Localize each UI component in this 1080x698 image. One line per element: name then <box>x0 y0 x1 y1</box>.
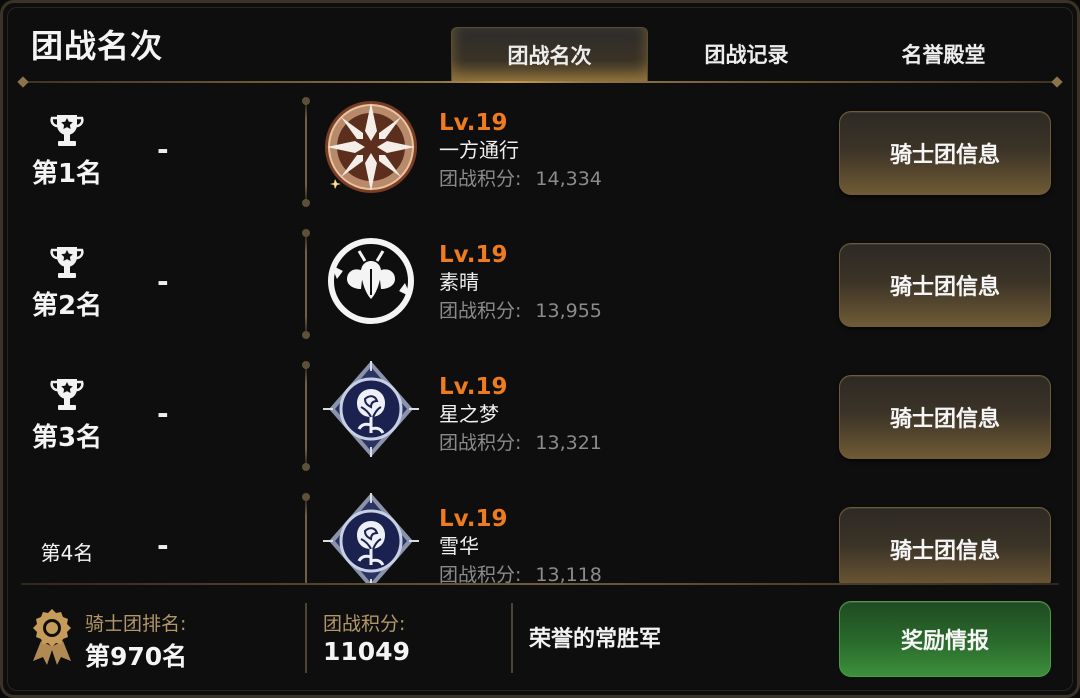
guild-score-label: 团战积分: <box>439 168 522 190</box>
guild-name: 星之梦 <box>439 402 499 426</box>
guild-rank-label: 骑士团排名: <box>85 613 187 635</box>
guild-info-button[interactable]: 骑士团信息 <box>839 507 1051 583</box>
guild-name: 素晴 <box>439 270 479 294</box>
row-divider <box>302 97 310 207</box>
guild-level: Lv.19 <box>439 242 508 268</box>
tab-battle-record[interactable]: 团战记录 <box>648 27 845 81</box>
rose-emblem-icon[interactable] <box>321 359 421 459</box>
tab-hall-of-fame[interactable]: 名誉殿堂 <box>845 27 1042 81</box>
trophy-icon <box>50 247 84 278</box>
medal-icon <box>33 609 71 665</box>
guild-level: Lv.19 <box>439 110 508 136</box>
row-divider <box>302 229 310 339</box>
guild-info: Lv.19 素晴 团战积分: 13,955 <box>439 241 602 327</box>
trophy-icon <box>50 379 84 410</box>
ranking-row: 第1名 - Lv.19 一方通行 团战积分: 14,334 骑士团信息 <box>3 85 1077 217</box>
footer-divider-2 <box>511 603 513 673</box>
rank-label: 第1名 <box>31 159 103 189</box>
guild-name: 雪华 <box>439 534 479 558</box>
honor-title: 荣誉的常胜军 <box>529 627 662 652</box>
rank-label: 第3名 <box>31 423 103 453</box>
reward-info-button[interactable]: 奖励情报 <box>839 601 1051 677</box>
rank-badge: 第1名 <box>23 111 111 190</box>
rank-badge: 第3名 <box>23 375 111 454</box>
guild-score-label: 团战积分: <box>439 564 522 583</box>
row-divider <box>302 493 310 583</box>
ranking-row: 第3名 - Lv.19 星之梦 团战积分: 13,321 骑士团信息 <box>3 349 1077 481</box>
ranking-list[interactable]: 第1名 - Lv.19 一方通行 团战积分: 14,334 骑士团信息 第2名 … <box>3 85 1077 583</box>
rank-badge: 第4名 <box>23 535 111 566</box>
rank-change: - <box>157 133 169 166</box>
guild-score: 团战积分: 13,118 <box>439 559 602 583</box>
header-divider <box>17 76 1063 88</box>
ranking-row: 第2名 - Lv.19 素晴 团战积分: 13,955 骑士团信息 <box>3 217 1077 349</box>
rank-label: 第2名 <box>31 291 103 321</box>
guild-score-value: 13,955 <box>535 300 602 322</box>
compass-star-emblem-icon[interactable] <box>321 97 421 197</box>
guild-score-value: 13,321 <box>535 432 602 454</box>
guild-info: Lv.19 一方通行 团战积分: 14,334 <box>439 109 602 195</box>
insect-circle-emblem-icon[interactable] <box>321 231 421 331</box>
tab-battle-ranking[interactable]: 团战名次 <box>451 27 648 81</box>
guild-info: Lv.19 雪华 团战积分: 13,118 <box>439 505 602 583</box>
guild-info-button[interactable]: 骑士团信息 <box>839 111 1051 195</box>
rank-change: - <box>157 397 169 430</box>
row-divider <box>302 361 310 471</box>
guild-score-label: 团战积分: <box>439 300 522 322</box>
guild-score: 团战积分: 13,321 <box>439 427 602 459</box>
rank-change: - <box>157 265 169 298</box>
ranking-row: 第4名 - Lv.19 雪华 团战积分: 13,118 骑士团信息 <box>3 481 1077 583</box>
guild-info: Lv.19 星之梦 团战积分: 13,321 <box>439 373 602 459</box>
footer-divider-1 <box>305 603 307 673</box>
guild-score: 团战积分: 14,334 <box>439 163 602 195</box>
guild-score: 团战积分: 13,955 <box>439 295 602 327</box>
rank-badge: 第2名 <box>23 243 111 322</box>
tab-bar: 团战名次 团战记录 名誉殿堂 <box>451 27 1043 81</box>
guild-rank-value: 第970名 <box>85 642 188 671</box>
trophy-icon <box>50 115 84 146</box>
guild-score-label: 团战积分: <box>439 432 522 454</box>
rose-emblem-icon[interactable] <box>321 491 421 583</box>
battle-score-label: 团战积分: <box>323 613 406 635</box>
footer-divider <box>21 583 1059 585</box>
ranking-panel: 团战名次 团战名次 团战记录 名誉殿堂 第1名 - Lv.19 一方通行 团战积… <box>0 0 1080 698</box>
guild-info-button[interactable]: 骑士团信息 <box>839 243 1051 327</box>
page-title: 团战名次 <box>31 27 164 65</box>
rank-label: 第4名 <box>40 541 94 565</box>
guild-level: Lv.19 <box>439 506 508 532</box>
guild-info-button[interactable]: 骑士团信息 <box>839 375 1051 459</box>
rank-change: - <box>157 529 169 562</box>
guild-score-value: 13,118 <box>535 564 602 583</box>
guild-level: Lv.19 <box>439 374 508 400</box>
guild-score-value: 14,334 <box>535 168 602 190</box>
guild-name: 一方通行 <box>439 138 519 162</box>
battle-score-value: 11049 <box>323 637 410 666</box>
